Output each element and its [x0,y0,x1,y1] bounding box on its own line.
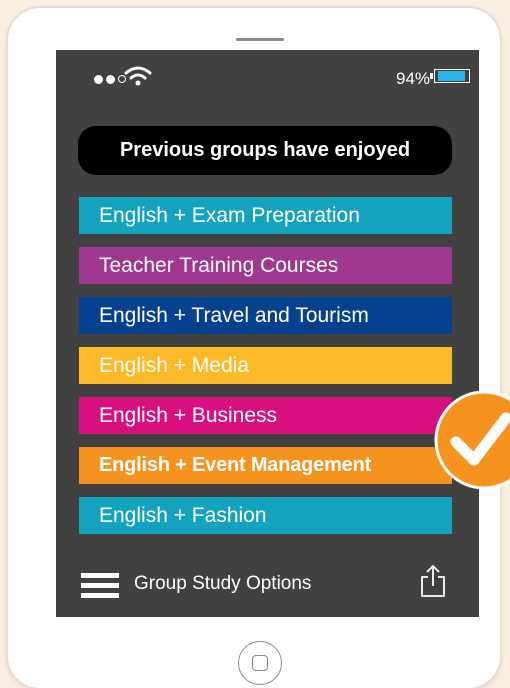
tablet-frame: 94% Previous groups have enjoyed English… [8,8,500,688]
signal-dot [94,75,103,84]
battery-icon [434,69,470,83]
option-item[interactable]: English + Exam Preparation [79,197,452,234]
option-item[interactable]: English + Event Management [79,447,452,484]
option-item[interactable]: English + Travel and Tourism [79,297,452,334]
hamburger-menu-icon[interactable] [81,573,119,599]
speaker-slot [236,38,284,41]
signal-dot [106,75,115,84]
heading-pill: Previous groups have enjoyed [78,126,452,175]
tablet-screen: 94% Previous groups have enjoyed English… [56,50,479,617]
checkmark-icon [434,390,510,490]
share-icon[interactable] [419,564,447,598]
home-button[interactable] [238,641,282,685]
battery-nub [430,73,433,79]
option-item[interactable]: English + Fashion [79,497,452,534]
battery-percent: 94% [396,69,431,88]
option-item[interactable]: English + Media [79,347,452,384]
battery-fill [438,71,465,81]
home-button-icon [252,655,268,671]
option-item[interactable]: English + Business [79,397,452,434]
option-item[interactable]: Teacher Training Courses [79,247,452,284]
status-bar: 94% [56,50,479,110]
group-study-options-label[interactable]: Group Study Options [134,573,311,595]
bottom-bar: Group Study Options [56,550,479,610]
wifi-icon [124,66,152,86]
